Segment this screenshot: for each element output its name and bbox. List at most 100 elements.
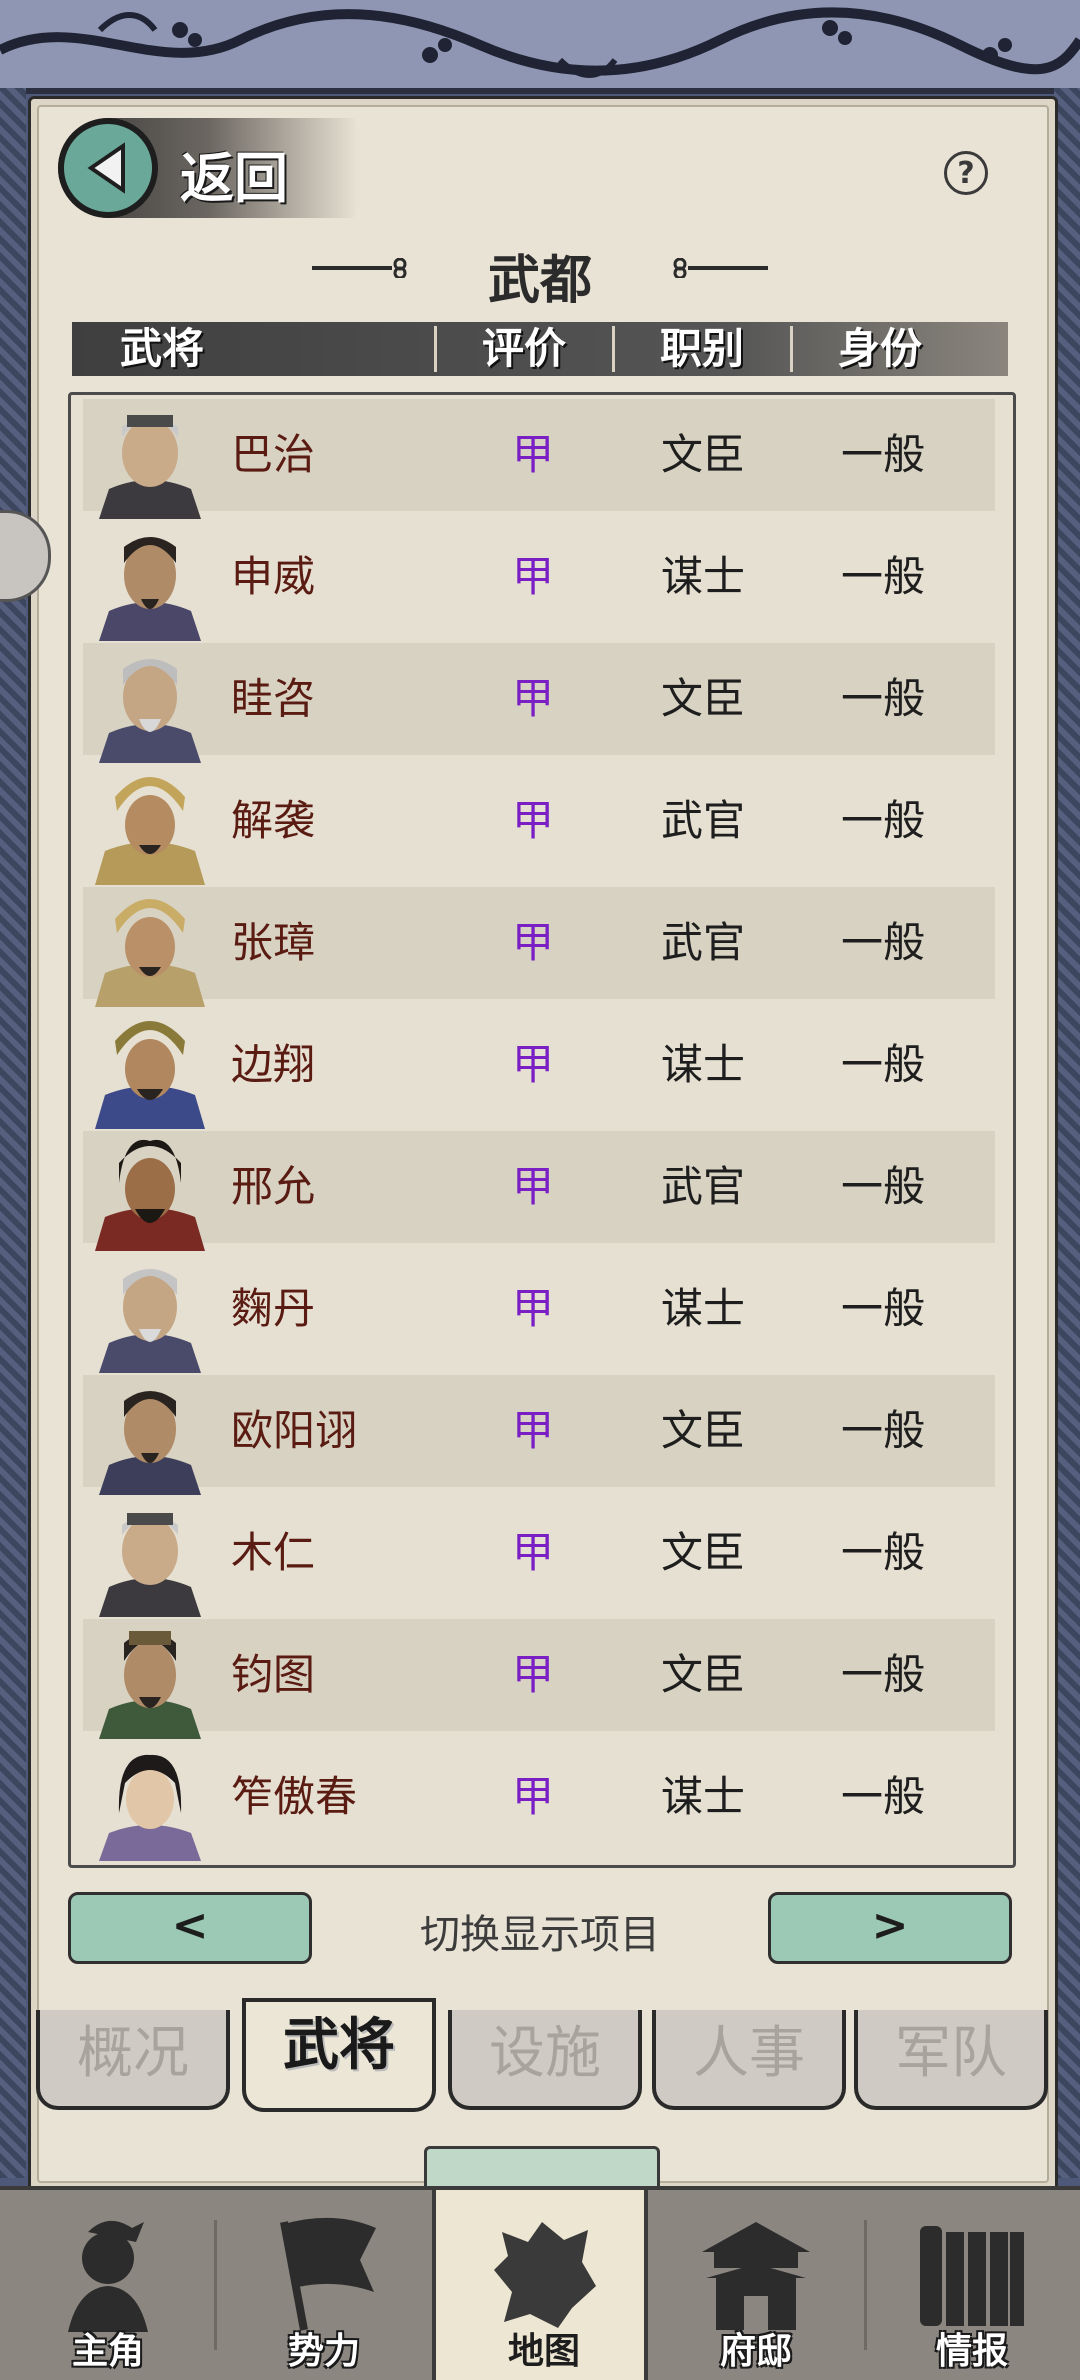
general-name: 眭咨	[231, 674, 316, 723]
general-post: 文臣	[660, 1528, 745, 1577]
tab-generals[interactable]: 武将	[242, 1998, 436, 2112]
general-status: 一般	[840, 796, 925, 845]
general-name: 木仁	[231, 1528, 316, 1577]
general-row[interactable]: 张璋 甲 武官 一般	[83, 887, 995, 1007]
general-name: 边翔	[231, 1040, 316, 1089]
general-portrait-icon	[99, 659, 201, 763]
general-portrait-icon	[95, 777, 205, 885]
nav-label: 地图	[507, 2331, 580, 2372]
general-post: 武官	[660, 1162, 745, 1211]
left-frame	[0, 88, 26, 2178]
nav-protagonist[interactable]: 主角	[0, 2190, 216, 2380]
general-row[interactable]: 申威 甲 谋士 一般	[83, 521, 995, 641]
general-status: 一般	[840, 1772, 925, 1821]
scroll-icon	[920, 2226, 1024, 2326]
nav-intel[interactable]: 情报	[864, 2190, 1080, 2380]
general-name: 麴丹	[231, 1284, 316, 1333]
general-portrait-icon	[99, 1391, 201, 1495]
general-name: 解袭	[231, 796, 316, 845]
nav-label: 情报	[935, 2331, 1008, 2372]
bottom-nav: 主角 势力 地图 府邸 情报	[0, 2186, 1080, 2380]
general-rating: 甲	[511, 1284, 554, 1333]
general-status: 一般	[840, 1528, 925, 1577]
tab-personnel[interactable]: 人事	[652, 2010, 846, 2110]
general-row[interactable]: 眭咨 甲 文臣 一般	[83, 643, 995, 763]
column-post[interactable]: 职别	[612, 322, 792, 376]
general-rating: 甲	[511, 1528, 554, 1577]
general-status: 一般	[840, 552, 925, 601]
general-rating: 甲	[511, 552, 554, 601]
general-portrait-icon	[99, 1754, 201, 1861]
general-post: 谋士	[660, 1284, 745, 1333]
back-arrow-icon	[58, 118, 158, 218]
nav-label: 势力	[287, 2331, 360, 2372]
general-rating: 甲	[511, 1406, 554, 1455]
general-post: 武官	[660, 918, 745, 967]
switch-display-label: 切换显示项目	[420, 1912, 660, 1958]
general-row[interactable]: 巴治 甲 文臣 一般	[83, 399, 995, 519]
general-row[interactable]: 笮傲春 甲 谋士 一般	[83, 1741, 995, 1861]
general-rating: 甲	[511, 1650, 554, 1699]
general-portrait-icon	[99, 537, 201, 641]
column-general[interactable]: 武将	[72, 322, 252, 376]
vine-pattern-icon	[0, 7, 1080, 78]
general-portrait-icon	[95, 1139, 205, 1251]
prev-page-button[interactable]: <	[68, 1892, 312, 1964]
general-status: 一般	[840, 1284, 925, 1333]
general-status: 一般	[840, 1650, 925, 1699]
general-rating: 甲	[511, 1040, 554, 1089]
city-title: 武都	[487, 251, 592, 311]
general-name: 笮傲春	[231, 1772, 358, 1821]
general-portrait-icon	[95, 1021, 205, 1129]
map-icon	[494, 2222, 596, 2328]
general-row[interactable]: 边翔 甲 谋士 一般	[83, 1009, 995, 1129]
nav-label: 府邸	[719, 2331, 792, 2372]
help-icon[interactable]: ?	[944, 151, 988, 195]
nav-mansion[interactable]: 府邸	[648, 2190, 864, 2380]
general-status: 一般	[840, 430, 925, 479]
general-row[interactable]: 欧阳诩 甲 文臣 一般	[83, 1375, 995, 1495]
tab-army[interactable]: 军队	[854, 2010, 1048, 2110]
general-portrait-icon	[99, 415, 201, 519]
general-name: 申威	[231, 552, 316, 601]
general-status: 一般	[840, 674, 925, 723]
tab-overview[interactable]: 概况	[36, 2010, 230, 2110]
general-post: 谋士	[660, 1772, 745, 1821]
general-row[interactable]: 钧图 甲 文臣 一般	[83, 1619, 995, 1739]
general-rating: 甲	[511, 918, 554, 967]
nav-label: 主角	[71, 2331, 144, 2372]
next-page-button[interactable]: >	[768, 1892, 1012, 1964]
general-row[interactable]: 麴丹 甲 谋士 一般	[83, 1253, 995, 1373]
general-post: 武官	[660, 796, 745, 845]
general-post: 文臣	[660, 674, 745, 723]
general-row[interactable]: 解袭 甲 武官 一般	[83, 765, 995, 885]
back-label: 返回	[180, 147, 288, 210]
back-button[interactable]: 返回	[58, 118, 358, 218]
flag-icon	[280, 2217, 376, 2331]
mansion-icon	[702, 2222, 810, 2330]
generals-list: 巴治 甲 文臣 一般 申威 甲 谋士 一般 眭咨 甲 文臣 一般 解袭 甲 武官…	[68, 392, 1016, 1868]
general-row[interactable]: 邢允 甲 武官 一般	[83, 1131, 995, 1251]
column-rating[interactable]: 评价	[434, 322, 614, 376]
general-portrait-icon	[95, 899, 205, 1007]
tab-facilities[interactable]: 设施	[448, 2010, 642, 2110]
column-status[interactable]: 身份	[790, 322, 970, 376]
general-status: 一般	[840, 1162, 925, 1211]
nav-map[interactable]: 地图	[432, 2190, 648, 2380]
general-portrait-icon	[99, 1513, 201, 1617]
general-post: 谋士	[660, 552, 745, 601]
general-rating: 甲	[511, 1162, 554, 1211]
nav-faction[interactable]: 势力	[216, 2190, 432, 2380]
general-post: 谋士	[660, 1040, 745, 1089]
general-name: 张璋	[231, 918, 316, 967]
section-tabs: 概况 武将 设施 人事 军队	[28, 1998, 1052, 2120]
general-rating: 甲	[511, 1772, 554, 1821]
general-name: 欧阳诩	[231, 1406, 358, 1455]
general-portrait-icon	[99, 1631, 201, 1739]
general-name: 邢允	[231, 1162, 316, 1211]
general-row[interactable]: 木仁 甲 文臣 一般	[83, 1497, 995, 1617]
general-post: 文臣	[660, 1406, 745, 1455]
general-status: 一般	[840, 1040, 925, 1089]
title-ornament-right-icon	[673, 258, 768, 278]
decorative-top-band	[0, 0, 1080, 94]
